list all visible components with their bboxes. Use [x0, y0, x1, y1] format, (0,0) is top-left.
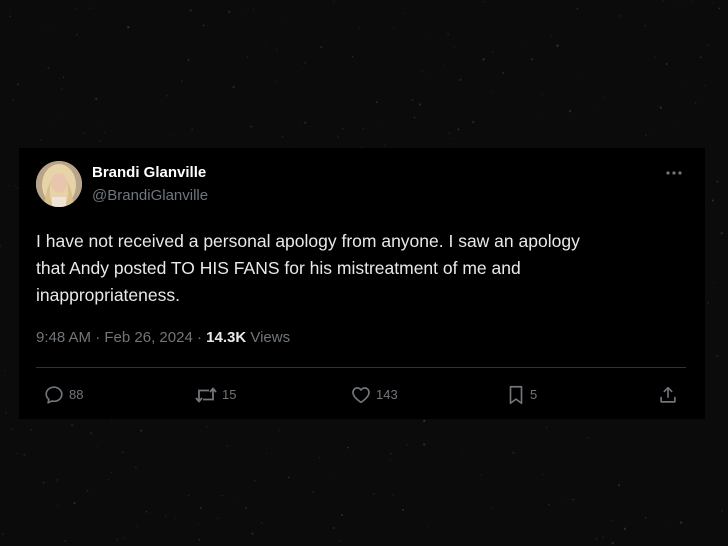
- tweet-card: Brandi Glanville @BrandiGlanville I have…: [19, 148, 705, 419]
- tweet-date[interactable]: Feb 26, 2024: [104, 329, 192, 346]
- meta-separator: ·: [192, 329, 207, 346]
- avatar-image: [36, 161, 82, 207]
- tweet-meta: 9:48 AM · Feb 26, 2024 · 14.3K Views: [36, 328, 290, 348]
- share-upload-icon: [660, 386, 676, 403]
- views-count[interactable]: 14.3K: [206, 329, 246, 346]
- ellipsis-icon[interactable]: [664, 164, 684, 182]
- like-button[interactable]: 143: [350, 384, 398, 406]
- meta-separator: ·: [91, 329, 105, 346]
- share-button[interactable]: [657, 384, 679, 406]
- reply-button[interactable]: 88: [43, 384, 83, 406]
- avatar[interactable]: [36, 161, 82, 207]
- views-label: Views: [246, 329, 291, 346]
- speech-bubble-icon: [45, 386, 63, 404]
- retweet-arrows-icon: [195, 387, 217, 403]
- tweet-time[interactable]: 9:48 AM: [36, 329, 91, 346]
- retweet-button[interactable]: 15: [194, 384, 236, 406]
- like-count: 143: [376, 387, 398, 402]
- author-handle[interactable]: @BrandiGlanville: [92, 187, 208, 205]
- heart-icon: [352, 387, 370, 404]
- tweet-text: I have not received a personal apology f…: [36, 231, 580, 305]
- author-display-name[interactable]: Brandi Glanville: [92, 164, 206, 182]
- reply-count: 88: [69, 387, 84, 402]
- divider: [36, 367, 686, 368]
- bookmark-icon: [509, 385, 523, 405]
- retweet-count: 15: [222, 387, 237, 402]
- bookmark-count: 5: [530, 387, 538, 402]
- bookmark-button[interactable]: 5: [506, 384, 537, 406]
